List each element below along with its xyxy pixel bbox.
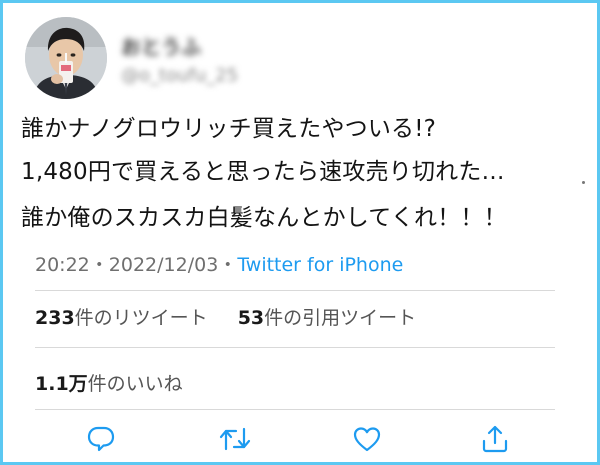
share-button[interactable] [477,423,513,455]
share-icon [482,425,508,453]
divider [35,290,555,291]
user-handle[interactable]: @o_toufu_25 [121,65,238,86]
meta-separator: ・ [89,254,109,276]
reply-button[interactable] [83,423,119,455]
tweet-text-line-3: 誰か俺のスカスカ白髪なんとかしてくれ！！！ [21,205,507,231]
tweet-text-line-1: 誰かナノグロウリッチ買えたやついる!? [21,116,437,142]
meta-separator: ・ [218,254,238,276]
stray-dot [582,181,585,184]
quotes-stat[interactable]: 53件の引用ツイート [238,307,416,329]
like-button[interactable] [349,423,385,455]
tweet-meta: 20:22・2022/12/03・Twitter for iPhone [35,250,403,277]
divider [35,409,555,410]
retweet-button[interactable] [217,423,253,455]
tweet-text-line-2: 1,480円で買えると思ったら速攻売り切れた… [21,159,505,185]
avatar-photo [25,17,107,99]
heart-icon [353,427,381,452]
engagement-stats: 233件のリツイート 53件の引用ツイート [35,303,416,330]
avatar[interactable] [25,17,107,99]
tweet-card: おとうふ @o_toufu_25 誰かナノグロウリッチ買えたやついる!? 1,4… [0,0,600,465]
retweets-label: 件のリツイート [74,307,208,329]
quotes-count: 53 [237,307,265,329]
display-name[interactable]: おとうふ [121,31,201,60]
likes-count: 1.1万 [35,373,88,395]
tweet-time[interactable]: 20:22 [35,254,90,276]
tweet-client-link[interactable]: Twitter for iPhone [237,254,403,276]
reply-icon [87,426,115,452]
retweets-stat[interactable]: 233件のリツイート [35,307,208,329]
tweet-date[interactable]: 2022/12/03 [109,254,219,276]
retweets-count: 233 [35,307,75,329]
divider [35,347,555,348]
quotes-label: 件の引用ツイート [264,307,417,329]
likes-stat[interactable]: 1.1万件のいいね [35,369,183,396]
likes-label: 件のいいね [87,373,183,395]
retweet-icon [219,427,251,451]
